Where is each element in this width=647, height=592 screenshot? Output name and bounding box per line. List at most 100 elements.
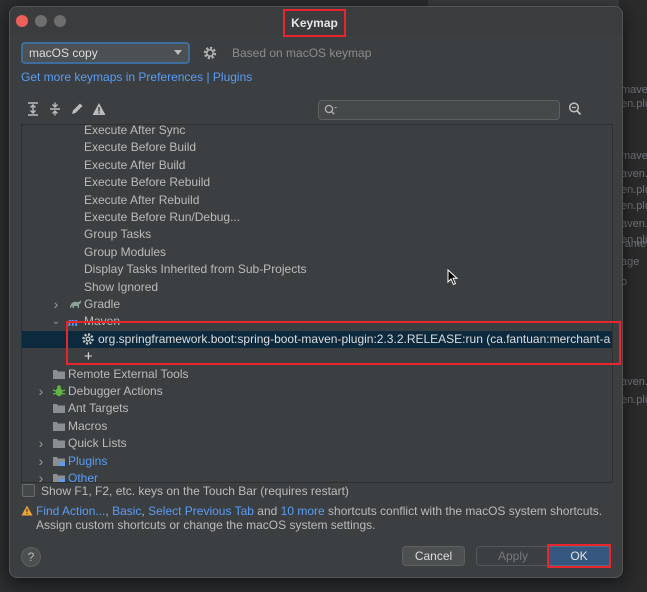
tree-row-label: Execute After Sync	[84, 124, 186, 137]
tree-row-label: Execute After Build	[84, 157, 186, 172]
tree-row[interactable]: Group Modules	[22, 244, 612, 261]
tree-row[interactable]: › Debugger Actions	[22, 383, 612, 400]
chevron-right-icon[interactable]: ›	[36, 435, 46, 452]
gear-icon	[82, 333, 94, 345]
tree-row[interactable]: Show Ignored	[22, 279, 612, 296]
link-separator: |	[206, 70, 210, 84]
keymap-dropdown[interactable]: macOS copy	[21, 42, 190, 64]
background-text-fragment: aven.pl	[621, 168, 647, 180]
tree-row-label: Execute Before Rebuild	[84, 175, 211, 190]
keymap-tree[interactable]: Execute After Sync Execute Before Build Ex…	[21, 124, 613, 483]
background-editor: maven en.plu maven aven.pl en.plu en.plugi ave…	[619, 0, 647, 592]
tree-row-label: Execute Before Build	[84, 140, 197, 155]
tree-row[interactable]: Execute Before Build	[22, 139, 612, 156]
more-conflicts-link[interactable]: 10 more	[281, 504, 325, 518]
tree-row-label: Display Tasks Inherited from Sub-Project…	[84, 262, 307, 277]
bug-icon	[52, 385, 66, 397]
background-text-fragment: aven.pl	[621, 218, 647, 230]
and-text: and	[257, 504, 278, 518]
title-bar: Keymap	[10, 7, 622, 37]
tree-row-label: Execute After Rebuild	[84, 192, 200, 207]
tree-row[interactable]: › Plugins	[22, 453, 612, 470]
folder-icon	[53, 474, 65, 482]
tree-row[interactable]: Execute Before Rebuild	[22, 174, 612, 191]
chevron-right-icon[interactable]: ›	[36, 470, 46, 482]
cancel-button[interactable]: Cancel	[402, 546, 465, 566]
tree-row[interactable]: Macros	[22, 418, 612, 435]
comma: ,	[141, 504, 145, 518]
search-field[interactable]	[318, 100, 560, 120]
tree-row[interactable]: Remote External Tools	[22, 366, 612, 383]
tree-row-label: +	[84, 348, 93, 366]
background-text-fragment: maven	[621, 150, 647, 162]
folder-icon	[53, 456, 65, 466]
basic-link[interactable]: Basic	[112, 504, 141, 518]
tree-row-label: org.springframework.boot:spring-boot-mav…	[98, 331, 611, 346]
tree-row-label: Group Tasks	[84, 227, 152, 242]
gradle-icon	[70, 300, 81, 308]
tree-row[interactable]: Execute After Build	[22, 157, 612, 174]
get-more-prefix: Get more keymaps in	[21, 70, 136, 84]
background-text-fragment: en.plu	[621, 98, 647, 110]
maven-icon: m	[68, 314, 78, 328]
background-text-fragment: aven.	[621, 376, 647, 388]
tree-row[interactable]: › Gradle	[22, 296, 612, 313]
tree-row-label: Show Ignored	[84, 279, 159, 294]
find-action-link[interactable]: Find Action...	[36, 504, 105, 518]
help-button[interactable]: ?	[21, 547, 41, 567]
tree-row[interactable]: Execute Before Run/Debug...	[22, 209, 612, 226]
tree-row[interactable]: ⌄ m Maven	[22, 313, 612, 330]
ok-button[interactable]: OK	[547, 546, 611, 566]
chevron-down-icon	[174, 50, 182, 55]
tree-row[interactable]: › Quick Lists	[22, 435, 612, 452]
minimize-window-button[interactable]	[35, 15, 47, 27]
plugins-link[interactable]: Plugins	[213, 70, 252, 84]
touchbar-checkbox[interactable]	[22, 484, 35, 497]
collapse-all-icon[interactable]	[47, 101, 63, 117]
tree-row-label: Quick Lists	[68, 436, 127, 451]
mouse-cursor-icon	[447, 269, 459, 286]
tree-row[interactable]: Group Tasks	[22, 226, 612, 243]
folder-icon	[53, 369, 65, 379]
get-more-keymaps: Get more keymaps in Preferences | Plugin…	[21, 70, 252, 84]
tree-row-label: Maven	[84, 314, 121, 329]
based-on-label: Based on macOS keymap	[232, 46, 372, 60]
tree-row-label: Debugger Actions	[68, 384, 163, 398]
chevron-right-icon[interactable]: ›	[36, 453, 46, 470]
dialog-title: Keymap	[283, 9, 346, 37]
expand-all-icon[interactable]	[25, 101, 41, 117]
tree-row-label: Macros	[68, 418, 108, 433]
chevron-right-icon[interactable]: ›	[36, 383, 46, 400]
warning-filter-icon[interactable]	[91, 101, 107, 117]
warning-icon	[21, 505, 33, 516]
touchbar-option[interactable]: Show F1, F2, etc. keys on the Touch Bar …	[22, 484, 349, 498]
find-by-shortcut-icon[interactable]	[567, 101, 583, 117]
background-text-fragment: ramew	[621, 238, 647, 250]
zoom-window-button[interactable]	[54, 15, 66, 27]
background-text-fragment: age	[621, 256, 640, 268]
tree-row[interactable]: Execute After Rebuild	[22, 192, 612, 209]
tree-row[interactable]: Display Tasks Inherited from Sub-Project…	[22, 261, 612, 278]
preferences-link[interactable]: Preferences	[138, 70, 203, 84]
folder-icon	[53, 439, 65, 449]
background-text-fragment: en.plugi	[621, 200, 647, 212]
tree-row[interactable]: › Other	[22, 470, 612, 483]
search-input[interactable]	[343, 102, 557, 120]
folder-icon	[53, 421, 65, 431]
tree-row[interactable]: Execute After Sync	[22, 124, 612, 139]
tree-row[interactable]: +	[22, 348, 612, 365]
edit-icon[interactable]	[69, 101, 85, 117]
select-previous-tab-link[interactable]: Select Previous Tab	[148, 504, 254, 518]
tree-row-label: Gradle	[84, 297, 121, 311]
gear-icon[interactable]	[202, 45, 218, 61]
tree-row-label: Execute Before Run/Debug...	[84, 210, 241, 224]
apply-button[interactable]: Apply	[476, 546, 550, 566]
tree-row-label: Group Modules	[84, 244, 167, 259]
chevron-right-icon[interactable]: ›	[51, 296, 61, 313]
tree-row[interactable]: Ant Targets	[22, 400, 612, 417]
close-window-button[interactable]	[16, 15, 28, 27]
chevron-down-icon[interactable]: ⌄	[51, 313, 61, 330]
background-text-fragment: en.plug	[621, 394, 647, 406]
tree-row[interactable]: org.springframework.boot:spring-boot-mav…	[22, 330, 612, 348]
tree-row-label: Other	[68, 471, 99, 483]
